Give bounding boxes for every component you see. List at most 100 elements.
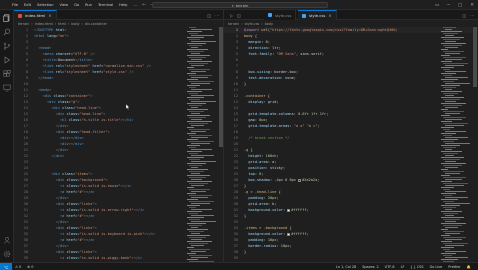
- minimize-button[interactable]: ─: [447, 3, 450, 8]
- settings-gear-icon[interactable]: [3, 250, 11, 258]
- minimap[interactable]: [440, 27, 472, 262]
- breadcrumb-separator-icon: ›: [241, 21, 243, 26]
- minimap-line: [445, 191, 466, 192]
- minimap-line: [187, 223, 206, 224]
- minimap-line: [187, 247, 194, 248]
- status-item[interactable]: Spaces: 2: [359, 263, 381, 270]
- menu-item-terminal[interactable]: Terminal: [98, 0, 113, 10]
- close-button[interactable]: ✕: [470, 3, 474, 8]
- menu-item-go[interactable]: Go: [74, 0, 79, 10]
- status-item[interactable]: LF: [398, 263, 408, 270]
- breadcrumb-item[interactable]: html: [58, 22, 66, 26]
- close-tab-icon[interactable]: ×: [48, 13, 51, 18]
- breadcrumb-item[interactable]: style.css: [245, 22, 260, 26]
- minimap-line: [189, 189, 210, 190]
- css-file-icon: [268, 13, 272, 17]
- layout-icon[interactable]: ▭: [435, 3, 439, 8]
- minimap-line: [445, 71, 466, 72]
- scrollbar-thumb[interactable]: [219, 27, 223, 147]
- minimap[interactable]: [186, 27, 218, 262]
- command-center[interactable]: ⌕ terrain: [152, 2, 328, 8]
- breadcrumb-item[interactable]: body: [265, 22, 273, 26]
- status-item[interactable]: Go Live: [427, 263, 446, 270]
- minimap-line: [443, 183, 468, 184]
- tab-previous[interactable]: style.css: [264, 10, 297, 20]
- minimap-line: [441, 187, 454, 188]
- minimap-line: [189, 141, 214, 142]
- menu-item-file[interactable]: File: [12, 0, 18, 10]
- status-item[interactable]: Ln 1, Col 28: [333, 263, 359, 270]
- status-left: ⌥ ⚠ 0 ⊗ 0: [0, 263, 36, 270]
- minimap-line: [191, 137, 208, 138]
- minimap-line: [441, 241, 452, 242]
- more-actions-icon[interactable]: ⋯: [470, 13, 474, 18]
- minimap-line: [191, 257, 208, 258]
- breadcrumb-item[interactable]: terrain: [228, 22, 239, 26]
- split-editor-icon[interactable]: ◫: [207, 13, 211, 18]
- minimap-line: [187, 115, 210, 116]
- breadcrumb-separator-icon: ›: [31, 21, 33, 26]
- tab-style-css[interactable]: style.css ×: [298, 10, 337, 20]
- close-tab-icon[interactable]: ×: [328, 13, 331, 18]
- minimap-line: [441, 247, 454, 248]
- scrollbar-thumb[interactable]: [473, 27, 477, 87]
- search-icon[interactable]: [3, 28, 11, 36]
- menu-item-[interactable]: …: [133, 0, 137, 10]
- minimap-line: [187, 229, 208, 230]
- minimap-line: [441, 211, 462, 212]
- maximize-button[interactable]: □: [458, 3, 462, 8]
- status-item[interactable]: { } CSS: [407, 263, 426, 270]
- remote-explorer-icon[interactable]: [3, 84, 11, 92]
- minimap-line: [191, 251, 206, 252]
- minimap-line: [441, 103, 466, 104]
- source-control-icon[interactable]: [3, 42, 11, 50]
- minimap-line: [445, 251, 466, 252]
- minimap-line: [189, 51, 204, 52]
- remote-indicator-icon[interactable]: ⌥: [0, 263, 12, 270]
- minimap-line: [445, 77, 468, 78]
- breadcrumb-item[interactable]: terrain: [18, 22, 29, 26]
- split-icon[interactable]: ◫: [237, 13, 241, 18]
- minimap-line: [443, 69, 450, 70]
- back-icon[interactable]: ←: [142, 2, 146, 8]
- minimap-line: [445, 59, 462, 60]
- minimap-line: [443, 153, 458, 154]
- menu-item-run[interactable]: Run: [85, 0, 92, 10]
- minimap-line: [441, 205, 460, 206]
- minimap-line: [445, 125, 464, 126]
- status-item[interactable]: 🔔: [464, 263, 474, 270]
- minimap-line: [187, 163, 206, 164]
- minimap-line: [191, 185, 204, 186]
- minimap-line: [191, 173, 200, 174]
- vertical-scrollbar[interactable]: [473, 27, 477, 262]
- minimap-line: [443, 51, 464, 52]
- split-editor-icon[interactable]: ◫: [462, 13, 466, 18]
- minimap-line: [443, 195, 452, 196]
- status-item[interactable]: Prettier: [445, 263, 463, 270]
- mouse-cursor-icon: [125, 95, 130, 110]
- extensions-icon[interactable]: [3, 70, 11, 78]
- menu-item-edit[interactable]: Edit: [24, 0, 31, 10]
- account-icon[interactable]: [3, 236, 11, 244]
- menu-item-help[interactable]: Help: [119, 0, 127, 10]
- minimap-line: [187, 151, 202, 152]
- menu-item-selection[interactable]: Selection: [37, 0, 54, 10]
- run-debug-icon[interactable]: [3, 56, 11, 64]
- minimap-line: [189, 63, 208, 64]
- minimap-line: [189, 249, 210, 250]
- warnings-count[interactable]: ⚠ 0: [12, 263, 24, 270]
- errors-count[interactable]: ⊗ 0: [24, 263, 36, 270]
- run-icon[interactable]: ▷: [230, 13, 233, 18]
- explorer-icon[interactable]: [3, 14, 11, 22]
- vertical-scrollbar[interactable]: [219, 27, 223, 262]
- minimap-line: [441, 235, 450, 236]
- minimap-line: [189, 135, 212, 136]
- minimap-line: [445, 179, 462, 180]
- status-item[interactable]: UTF-8: [382, 263, 398, 270]
- breadcrumb-item[interactable]: div.container: [85, 22, 107, 26]
- more-actions-icon[interactable]: ⋯: [215, 13, 219, 18]
- tab-index-html[interactable]: index.html ×: [14, 10, 57, 20]
- breadcrumb-item[interactable]: body: [71, 22, 79, 26]
- breadcrumb-item[interactable]: index.html: [35, 22, 53, 26]
- menu-item-view[interactable]: View: [60, 0, 69, 10]
